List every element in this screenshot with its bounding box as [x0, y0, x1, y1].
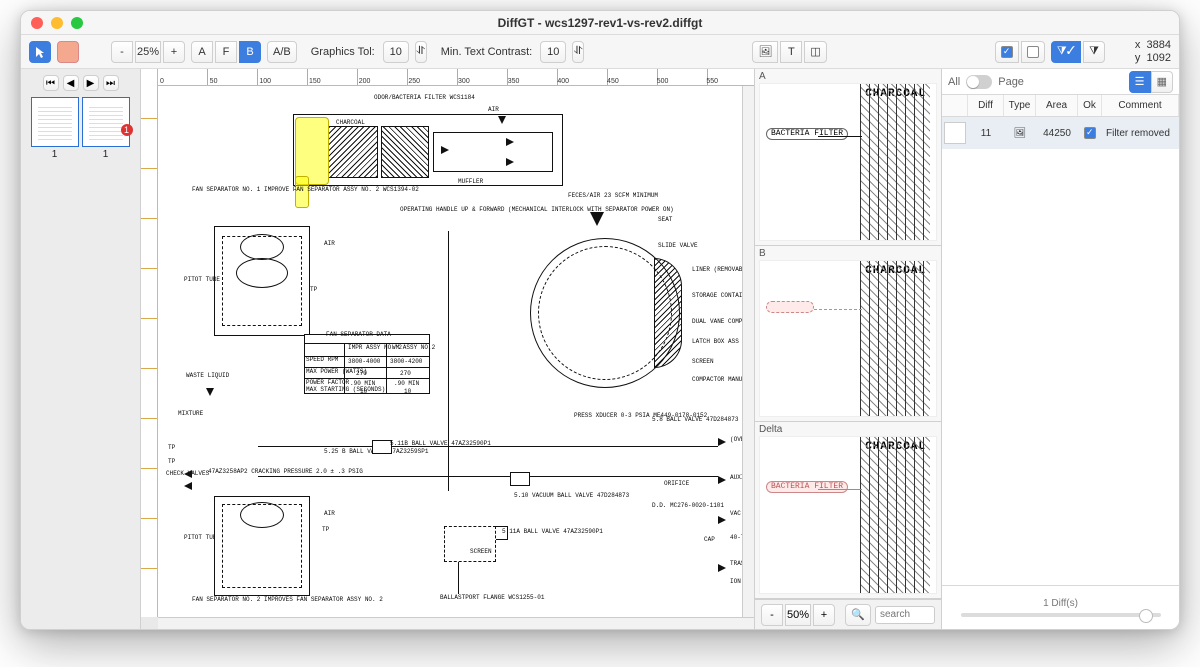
detail-zoom-out[interactable]: -	[761, 604, 783, 626]
pointer-tool[interactable]	[29, 41, 51, 63]
uncheck-icon[interactable]	[1021, 41, 1045, 63]
diff-table-panel: All Page ☰ ▦ Diff Type Area Ok Comment 1…	[941, 69, 1179, 629]
grid-view-icon[interactable]: ▦	[1151, 71, 1173, 93]
detail-pane-delta[interactable]: Delta CHARCOAL BACTERIA FILTER	[755, 422, 941, 599]
scrollbar-vertical[interactable]	[742, 86, 754, 617]
b-button[interactable]: B	[239, 41, 261, 63]
toolbar: - 25% + A F B A/B Graphics Tol: 10 ⥯ Min…	[21, 35, 1179, 69]
col-ok[interactable]: Ok	[1078, 95, 1102, 116]
vector-diff-icon[interactable]: ◫	[804, 41, 826, 63]
diff-thumb-icon	[944, 122, 966, 144]
col-diff[interactable]: Diff	[968, 95, 1004, 116]
diff-count-label: 1 Diff(s)	[1043, 598, 1078, 609]
schematic-drawing: ODOR/BACTERIA FILTER WCS1184 CHARCOAL AI…	[158, 86, 754, 629]
contrast-stepper[interactable]: 10	[540, 41, 566, 63]
filter-all-label: All	[948, 76, 960, 88]
detail-pane-b[interactable]: B CHARCOAL	[755, 246, 941, 423]
ok-checkbox[interactable]	[1084, 127, 1096, 139]
f-button[interactable]: F	[215, 41, 237, 63]
zoom-stepper: - 25% +	[111, 41, 185, 63]
drawing-canvas[interactable]: 050100150200250300350400450500550 ODOR/B…	[141, 69, 755, 629]
filter-page-label: Page	[998, 76, 1024, 88]
zoom-value[interactable]: 25%	[135, 41, 161, 63]
titlebar: DiffGT - wcs1297-rev1-vs-rev2.diffgt	[21, 11, 1179, 35]
diff-count-badge: 1	[121, 124, 133, 136]
next-page-icon[interactable]: ▶	[83, 75, 99, 91]
prev-page-icon[interactable]: ◀	[63, 75, 79, 91]
all-page-toggle[interactable]	[966, 75, 992, 89]
table-header: Diff Type Area Ok Comment	[942, 95, 1179, 117]
filter-checked-icon[interactable]: ⧩✓	[1051, 41, 1081, 63]
detail-column: A CHARCOAL BACTERIA FILTER B CHARCOAL De…	[755, 69, 941, 629]
highlight-tool[interactable]	[57, 41, 79, 63]
graphics-tol-stepper[interactable]: 10	[383, 41, 409, 63]
ruler-horizontal: 050100150200250300350400450500550	[158, 69, 754, 86]
stepper-arrows-icon[interactable]: ⥯	[572, 41, 584, 63]
col-area[interactable]: Area	[1036, 95, 1078, 116]
first-page-icon[interactable]: ⏮	[43, 75, 59, 91]
thumbnail-sidebar: ⏮ ◀ ▶ ⏭ 1 11	[21, 69, 141, 629]
window-title: DiffGT - wcs1297-rev1-vs-rev2.diffgt	[21, 16, 1179, 30]
graphics-tol-label: Graphics Tol:	[311, 46, 375, 58]
table-row[interactable]: 11 🖼 44250 Filter removed	[942, 117, 1179, 149]
detail-search-input[interactable]	[875, 606, 935, 624]
detail-zoom-in[interactable]: +	[813, 604, 835, 626]
image-type-icon: 🖼	[1004, 128, 1036, 139]
ab-toggle[interactable]: A/B	[267, 41, 297, 63]
scrollbar-horizontal[interactable]	[158, 617, 754, 629]
detail-pane-a[interactable]: A CHARCOAL BACTERIA FILTER	[755, 69, 941, 246]
filter-unchecked-icon[interactable]: ⧩	[1083, 41, 1105, 63]
bacteria-filter-label: BACTERIA FILTER	[766, 128, 848, 140]
row-size-slider[interactable]	[961, 613, 1161, 617]
zoom-out-button[interactable]: -	[111, 41, 133, 63]
last-page-icon[interactable]: ⏭	[103, 75, 119, 91]
list-view-icon[interactable]: ☰	[1129, 71, 1151, 93]
col-type[interactable]: Type	[1004, 95, 1036, 116]
search-icon[interactable]: 🔍	[845, 604, 871, 626]
coord-readout: x 3884 y 1092	[1111, 39, 1171, 65]
text-diff-icon[interactable]: T	[780, 41, 802, 63]
a-button[interactable]: A	[191, 41, 213, 63]
ruler-vertical	[141, 69, 158, 617]
detail-controls: - 50% + 🔍	[755, 599, 941, 629]
contrast-label: Min. Text Contrast:	[441, 46, 533, 58]
afb-group: A F B	[191, 41, 261, 63]
diff-highlight[interactable]	[295, 117, 329, 185]
image-diff-icon[interactable]: 🖼	[752, 41, 778, 63]
stepper-arrows-icon[interactable]: ⥯	[415, 41, 427, 63]
col-comment[interactable]: Comment	[1102, 95, 1179, 116]
detail-zoom-value[interactable]: 50%	[785, 604, 811, 626]
check-icon[interactable]	[995, 41, 1019, 63]
zoom-in-button[interactable]: +	[163, 41, 185, 63]
page-thumb-pair[interactable]: 1 11	[31, 97, 131, 147]
